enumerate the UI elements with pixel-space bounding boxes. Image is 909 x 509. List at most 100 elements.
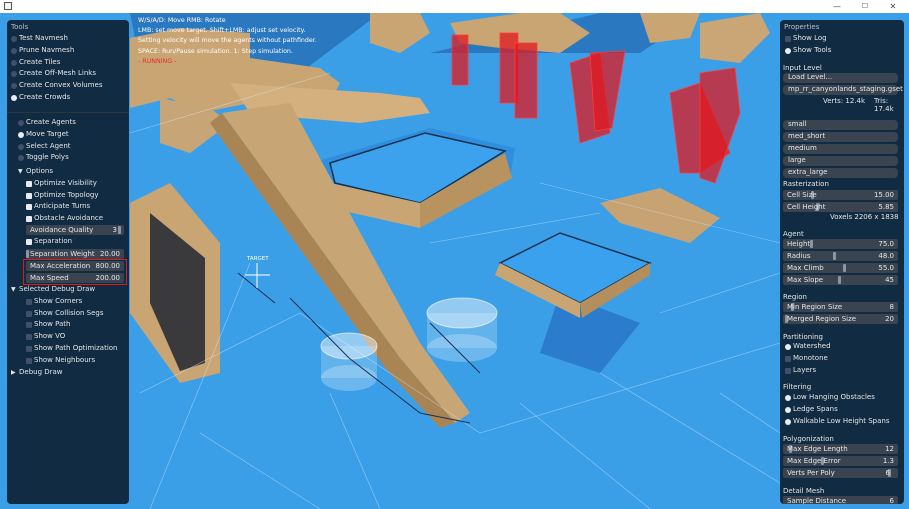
options-section-header[interactable]: ▼ Options — [7, 166, 129, 178]
checkbox-icon — [26, 298, 32, 305]
tool-create-tiles[interactable]: Create Tiles — [7, 57, 129, 69]
level-file-button[interactable]: mp_rr_canyonlands_staging.gset — [783, 85, 903, 95]
navmesh-scene — [0, 13, 909, 509]
debug-show-path-optimization[interactable]: Show Path Optimization — [7, 343, 129, 355]
checkbox-checked-icon — [26, 204, 32, 211]
window-titlebar: — ☐ ✕ — [0, 0, 909, 14]
slider-knob[interactable] — [26, 250, 29, 258]
radio-icon — [11, 36, 17, 42]
rasterization-heading: Rasterization — [783, 180, 829, 188]
partitioning-heading: Partitioning — [783, 333, 823, 341]
tool-create-crowds[interactable]: Create Crowds — [7, 92, 129, 104]
verts-per-poly-slider[interactable]: Verts Per Poly 6 — [783, 468, 898, 478]
expanded-triangle-icon: ▼ — [11, 286, 16, 293]
region-heading: Region — [783, 293, 807, 301]
debug-show-neighbours[interactable]: Show Neighbours — [7, 355, 129, 367]
max-slope-slider[interactable]: Max Slope 45 — [783, 275, 898, 285]
tools-panel-title: Tools — [11, 23, 29, 31]
mode-create-agents[interactable]: Create Agents — [7, 117, 129, 129]
show-tools-checkbox[interactable]: Show Tools — [780, 45, 904, 57]
max-edge-length-slider[interactable]: Max Edge Length 12 — [783, 444, 898, 454]
divider — [7, 112, 129, 113]
merged-region-size-slider[interactable]: Merged Region Size 20 — [783, 314, 898, 324]
partition-watershed[interactable]: Watershed — [780, 341, 904, 353]
option-optimize-topology[interactable]: Optimize Topology — [7, 190, 129, 202]
hull-med-short-button[interactable]: med_short — [783, 132, 898, 142]
filter-low-hanging-obstacles[interactable]: Low Hanging Obstacles — [780, 392, 904, 404]
tool-prune-navmesh[interactable]: Prune Navmesh — [7, 45, 129, 57]
agent-heading: Agent — [783, 230, 804, 238]
cell-height-slider[interactable]: Cell Height 5.85 — [783, 202, 898, 212]
option-anticipate-turns[interactable]: Anticipate Turns — [7, 201, 129, 213]
slider-knob[interactable] — [810, 240, 813, 248]
checkbox-checked-icon — [785, 395, 791, 401]
hull-large-button[interactable]: large — [783, 156, 898, 166]
partition-layers[interactable]: Layers — [780, 365, 904, 377]
voxels-readout: Voxels 2206 x 1838 — [830, 213, 899, 221]
checkbox-checked-icon — [26, 216, 32, 223]
navmesh-viewport[interactable]: TARGET — [0, 13, 909, 509]
avoidance-quality-slider[interactable]: Avoidance Quality 3 — [26, 225, 124, 235]
slider-knob[interactable] — [838, 276, 841, 284]
slider-knob[interactable] — [833, 252, 836, 260]
debug-section-header[interactable]: ▼ Selected Debug Draw — [7, 284, 129, 296]
filter-ledge-spans[interactable]: Ledge Spans — [780, 404, 904, 416]
option-separation[interactable]: Separation — [7, 236, 129, 248]
tool-test-navmesh[interactable]: Test Navmesh — [7, 33, 129, 45]
debug-draw-header[interactable]: ▶ Debug Draw — [7, 367, 129, 379]
tool-create-offmesh-links[interactable]: Create Off-Mesh Links — [7, 68, 129, 80]
debug-show-vo[interactable]: Show VO — [7, 331, 129, 343]
collapsed-triangle-icon: ▶ — [11, 368, 16, 376]
load-level-button[interactable]: Load Level... — [783, 73, 898, 83]
radio-selected-icon — [785, 48, 791, 54]
debug-show-path[interactable]: Show Path — [7, 319, 129, 331]
tools-panel: Tools Test Navmesh Prune Navmesh Create … — [7, 20, 129, 504]
partition-monotone[interactable]: Monotone — [780, 353, 904, 365]
show-log-checkbox[interactable]: Show Log — [780, 33, 904, 45]
minimize-button[interactable]: — — [823, 0, 851, 13]
agent-height-slider[interactable]: Height 75.0 — [783, 239, 898, 249]
option-obstacle-avoidance[interactable]: Obstacle Avoidance — [7, 213, 129, 225]
maximize-button[interactable]: ☐ — [851, 0, 879, 13]
agent-radius-slider[interactable]: Radius 48.0 — [783, 251, 898, 261]
close-button[interactable]: ✕ — [879, 0, 907, 13]
debug-show-collision-segs[interactable]: Show Collision Segs — [7, 308, 129, 320]
mode-select-agent[interactable]: Select Agent — [7, 141, 129, 153]
debug-show-corners[interactable]: Show Corners — [7, 296, 129, 308]
filter-walkable-low-height-spans[interactable]: Walkable Low Height Spans — [780, 416, 904, 428]
polygonization-heading: Polygonization — [783, 435, 834, 443]
cell-size-slider[interactable]: Cell Size 15.00 — [783, 190, 898, 200]
checkbox-checked-icon — [26, 180, 32, 187]
highlight-box — [23, 259, 127, 285]
hull-extra-large-button[interactable]: extra_large — [783, 168, 898, 178]
mode-move-target[interactable]: Move Target — [7, 129, 129, 141]
checkbox-icon — [785, 36, 791, 42]
help-line: SPACE: Run/Pause simulation. 1: Step sim… — [138, 47, 293, 55]
min-region-size-slider[interactable]: Min Region Size 8 — [783, 302, 898, 312]
hull-medium-button[interactable]: medium — [783, 144, 898, 154]
checkbox-checked-icon — [785, 407, 791, 413]
separation-weight-slider[interactable]: Separation Weight 20.00 — [26, 249, 124, 259]
verts-count: Verts: 12.4k — [823, 97, 866, 105]
hull-small-button[interactable]: small — [783, 120, 898, 130]
max-climb-slider[interactable]: Max Climb 55.0 — [783, 263, 898, 273]
sample-distance-slider[interactable]: Sample Distance 6 — [783, 496, 898, 504]
tool-create-convex-volumes[interactable]: Create Convex Volumes — [7, 80, 129, 92]
radio-icon — [11, 71, 17, 78]
max-edge-error-slider[interactable]: Max Edge Error 1.3 — [783, 456, 898, 466]
help-line: W/S/A/D: Move RMB: Rotate — [138, 17, 226, 24]
crowd-agent-1 — [320, 332, 378, 391]
tris-count: Tris: 17.4k — [874, 97, 894, 113]
radio-icon — [11, 83, 17, 90]
radio-icon — [18, 155, 24, 162]
filtering-heading: Filtering — [783, 383, 812, 391]
radio-icon — [18, 120, 24, 126]
input-level-heading: Input Level — [783, 64, 822, 72]
radio-icon — [785, 368, 791, 374]
checkbox-icon — [26, 322, 32, 329]
mode-toggle-polys[interactable]: Toggle Polys — [7, 152, 129, 164]
slider-knob[interactable] — [843, 264, 846, 272]
slider-knob[interactable] — [118, 226, 121, 234]
option-optimize-visibility[interactable]: Optimize Visibility — [7, 178, 129, 190]
checkbox-icon — [26, 334, 32, 341]
